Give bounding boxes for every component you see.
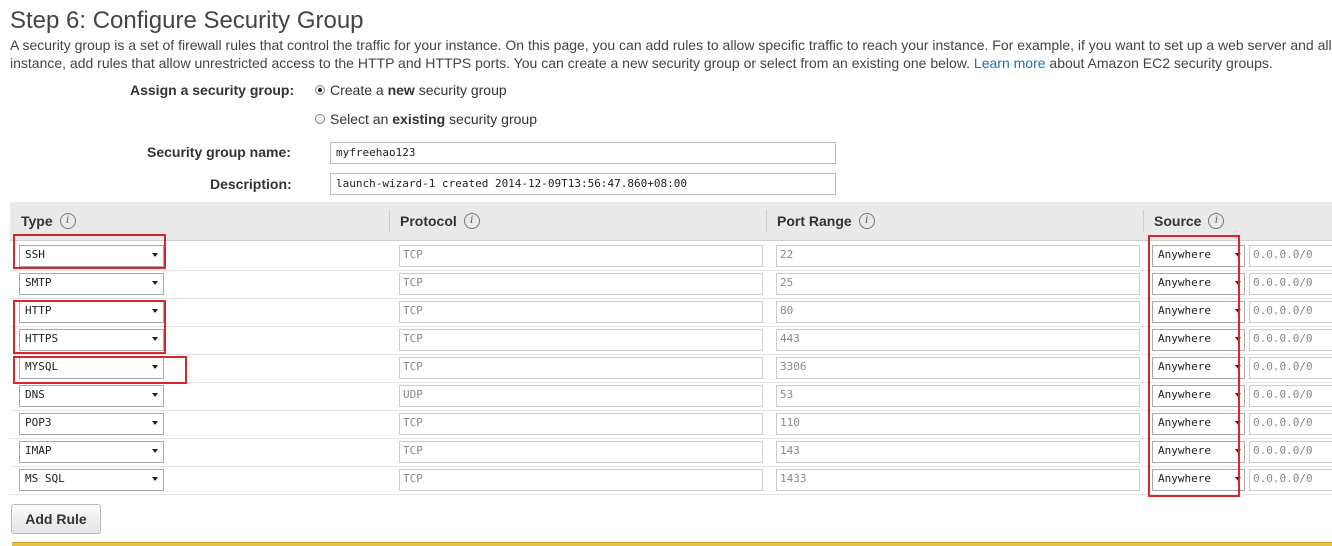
- radio-select-existing-icon[interactable]: [315, 114, 325, 124]
- description-input[interactable]: launch-wizard-1 created 2014-12-09T13:56…: [330, 173, 836, 195]
- intro-line-2-text: instance, add rules that allow unrestric…: [10, 55, 971, 71]
- table-row: SMTP TCP 25 Anywhere 0.0.0.0/0: [10, 270, 1332, 299]
- port-range-input[interactable]: 80: [776, 301, 1140, 323]
- source-cidr-input[interactable]: 0.0.0.0/0: [1249, 273, 1332, 295]
- source-cidr-input[interactable]: 0.0.0.0/0: [1249, 413, 1332, 435]
- highlight-ssh: [13, 234, 166, 269]
- protocol-input[interactable]: TCP: [399, 245, 763, 267]
- intro-text: A security group is a set of firewall ru…: [10, 36, 1332, 72]
- rules-table-header: Type i Protocol i Port Range i Source i: [10, 202, 1332, 241]
- source-cidr-input[interactable]: 0.0.0.0/0: [1249, 329, 1332, 351]
- port-range-input[interactable]: 443: [776, 329, 1140, 351]
- assign-security-group-label: Assign a security group:: [130, 82, 295, 98]
- intro-line-2: instance, add rules that allow unrestric…: [10, 54, 1332, 72]
- radio-create-new[interactable]: Create a new security group: [315, 82, 507, 98]
- radio-select-existing[interactable]: Select an existing security group: [315, 111, 537, 127]
- table-row: SSH TCP 22 Anywhere 0.0.0.0/0: [10, 242, 1332, 271]
- protocol-input[interactable]: TCP: [399, 441, 763, 463]
- port-range-input[interactable]: 22: [776, 245, 1140, 267]
- chevron-down-icon: [152, 393, 158, 397]
- protocol-input[interactable]: TCP: [399, 329, 763, 351]
- protocol-input[interactable]: TCP: [399, 273, 763, 295]
- radio-create-new-label: Create a new security group: [330, 82, 507, 98]
- info-icon[interactable]: i: [1208, 213, 1225, 229]
- header-divider: [389, 210, 390, 232]
- source-cidr-input[interactable]: 0.0.0.0/0: [1249, 469, 1332, 491]
- chevron-down-icon: [152, 477, 158, 481]
- port-range-input[interactable]: 25: [776, 273, 1140, 295]
- protocol-input[interactable]: TCP: [399, 357, 763, 379]
- port-range-input[interactable]: 143: [776, 441, 1140, 463]
- port-range-input[interactable]: 110: [776, 413, 1140, 435]
- page-title: Step 6: Configure Security Group: [10, 7, 364, 34]
- security-group-name-label: Security group name:: [147, 144, 291, 160]
- type-select[interactable]: MS SQL: [19, 469, 164, 491]
- header-divider: [1143, 210, 1144, 232]
- source-cidr-input[interactable]: 0.0.0.0/0: [1249, 301, 1332, 323]
- intro-line-1: A security group is a set of firewall ru…: [10, 37, 1332, 53]
- table-row: MYSQL TCP 3306 Anywhere 0.0.0.0/0: [10, 354, 1332, 383]
- table-row: HTTP TCP 80 Anywhere 0.0.0.0/0: [10, 298, 1332, 327]
- table-row: POP3 TCP 110 Anywhere 0.0.0.0/0: [10, 410, 1332, 439]
- info-icon[interactable]: i: [59, 213, 76, 229]
- protocol-input[interactable]: TCP: [399, 301, 763, 323]
- description-label: Description:: [210, 176, 292, 192]
- type-select[interactable]: IMAP: [19, 441, 164, 463]
- type-select[interactable]: SMTP: [19, 273, 164, 295]
- info-icon[interactable]: i: [463, 213, 480, 229]
- port-range-input[interactable]: 53: [776, 385, 1140, 407]
- protocol-input[interactable]: TCP: [399, 413, 763, 435]
- header-source: Source i: [1154, 213, 1225, 229]
- radio-select-existing-label: Select an existing security group: [330, 111, 537, 127]
- highlight-mysql: [13, 356, 187, 384]
- learn-more-link[interactable]: Learn more: [974, 55, 1046, 71]
- header-divider: [766, 210, 767, 232]
- header-port-range: Port Range i: [777, 213, 875, 229]
- header-protocol: Protocol i: [400, 213, 480, 229]
- table-row: IMAP TCP 143 Anywhere 0.0.0.0/0: [10, 438, 1332, 467]
- intro-line-2-tail: about Amazon EC2 security groups.: [1049, 55, 1273, 71]
- chevron-down-icon: [152, 281, 158, 285]
- highlight-http-https: [13, 300, 166, 354]
- table-row: MS SQL TCP 1433 Anywhere 0.0.0.0/0: [10, 466, 1332, 495]
- highlight-source-column: [1148, 235, 1240, 497]
- table-row: HTTPS TCP 443 Anywhere 0.0.0.0/0: [10, 326, 1332, 355]
- source-cidr-input[interactable]: 0.0.0.0/0: [1249, 385, 1332, 407]
- source-cidr-input[interactable]: 0.0.0.0/0: [1249, 245, 1332, 267]
- chevron-down-icon: [152, 449, 158, 453]
- add-rule-button[interactable]: Add Rule: [11, 504, 101, 534]
- protocol-input[interactable]: UDP: [399, 385, 763, 407]
- table-row: DNS UDP 53 Anywhere 0.0.0.0/0: [10, 382, 1332, 411]
- header-type: Type i: [21, 213, 76, 229]
- info-icon[interactable]: i: [858, 213, 875, 229]
- radio-create-new-icon[interactable]: [315, 85, 325, 95]
- bottom-divider: [12, 542, 1332, 546]
- port-range-input[interactable]: 1433: [776, 469, 1140, 491]
- type-select[interactable]: POP3: [19, 413, 164, 435]
- security-group-name-input[interactable]: myfreehao123: [330, 142, 836, 164]
- protocol-input[interactable]: TCP: [399, 469, 763, 491]
- source-cidr-input[interactable]: 0.0.0.0/0: [1249, 441, 1332, 463]
- chevron-down-icon: [152, 421, 158, 425]
- source-cidr-input[interactable]: 0.0.0.0/0: [1249, 357, 1332, 379]
- type-select[interactable]: DNS: [19, 385, 164, 407]
- port-range-input[interactable]: 3306: [776, 357, 1140, 379]
